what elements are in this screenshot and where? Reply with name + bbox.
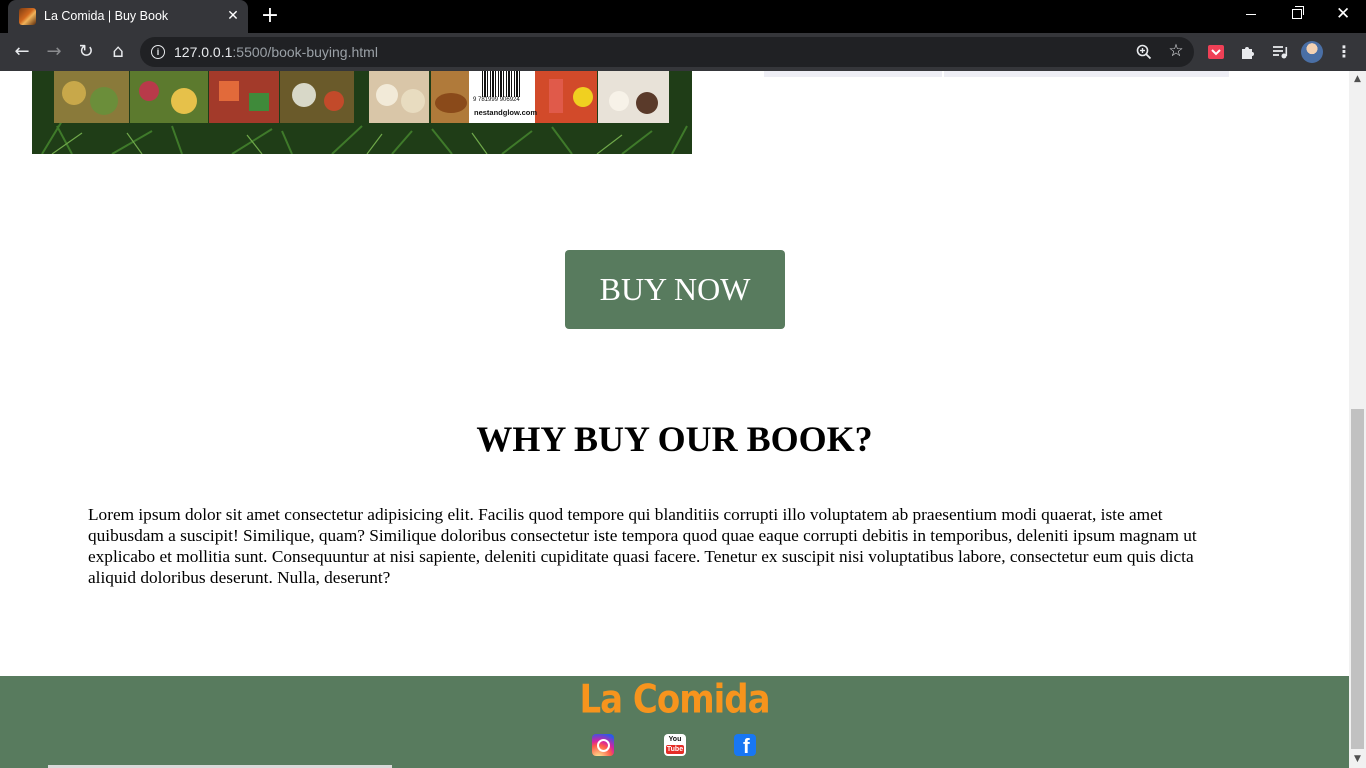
puzzle-icon[interactable] — [1238, 42, 1258, 62]
browser-toolbar: ← → ↻ ⌂ i 127.0.0.1:5500/book-buying.htm… — [0, 33, 1366, 71]
book-cover-image: 9 781999 906924 nestandglow.com — [32, 71, 692, 154]
browser-tab[interactable]: La Comida | Buy Book ✕ — [8, 0, 248, 33]
tab-title: La Comida | Buy Book — [44, 9, 169, 23]
media-icon[interactable] — [1270, 42, 1290, 62]
favicon-icon — [19, 8, 36, 25]
browser-titlebar: La Comida | Buy Book ✕ + ✕ — [0, 0, 1366, 33]
specs-table-cell — [944, 71, 1229, 77]
url-path: :5500/book-buying.html — [232, 44, 378, 60]
pocket-icon[interactable] — [1206, 42, 1226, 62]
vertical-scrollbar[interactable]: ▲ ▼ — [1349, 71, 1366, 768]
facebook-icon[interactable]: f — [734, 734, 756, 758]
why-description: Lorem ipsum dolor sit amet consectetur a… — [88, 505, 1197, 587]
scroll-thumb[interactable] — [1351, 409, 1364, 749]
footer-brand-logo[interactable]: La Comida — [0, 677, 1349, 723]
restore-button[interactable] — [1274, 0, 1320, 30]
bookmark-star-icon[interactable]: ☆ — [1166, 41, 1186, 61]
footer: La Comida You Tube f — [0, 676, 1349, 768]
youtube-icon[interactable]: You Tube — [664, 734, 686, 756]
address-bar[interactable]: i 127.0.0.1:5500/book-buying.html ☆ — [140, 37, 1194, 67]
zoom-icon[interactable] — [1135, 43, 1153, 61]
forward-button[interactable]: → — [42, 40, 66, 64]
new-tab-button[interactable]: + — [258, 5, 282, 29]
page-viewport: 9 781999 906924 nestandglow.com BUY NOW … — [0, 71, 1349, 768]
window-close-button[interactable]: ✕ — [1320, 0, 1366, 30]
scroll-down-arrow-icon[interactable]: ▼ — [1349, 751, 1366, 768]
menu-icon[interactable]: ⋮ — [1334, 41, 1354, 63]
home-button[interactable]: ⌂ — [106, 40, 130, 64]
url-text[interactable]: 127.0.0.1:5500/book-buying.html — [174, 44, 378, 60]
instagram-icon[interactable] — [592, 734, 614, 756]
info-icon[interactable]: i — [151, 45, 165, 59]
specs-table-cell — [764, 71, 942, 77]
back-button[interactable]: ← — [10, 40, 34, 64]
profile-avatar[interactable] — [1301, 41, 1323, 63]
publisher-site: nestandglow.com — [474, 108, 538, 117]
barcode-bars — [482, 71, 522, 97]
why-heading: WHY BUY OUR BOOK? — [476, 419, 873, 459]
barcode-number: 9 781999 906924 — [473, 97, 520, 103]
tab-close-icon[interactable]: ✕ — [224, 7, 242, 25]
scroll-up-arrow-icon[interactable]: ▲ — [1349, 71, 1366, 88]
barcode: 9 781999 906924 nestandglow.com — [469, 71, 538, 123]
buy-now-button[interactable]: BUY NOW — [565, 250, 785, 329]
reload-button[interactable]: ↻ — [74, 40, 98, 64]
food-photos-left — [54, 71, 354, 123]
url-host: 127.0.0.1 — [174, 44, 233, 60]
minimize-button[interactable] — [1228, 0, 1274, 30]
